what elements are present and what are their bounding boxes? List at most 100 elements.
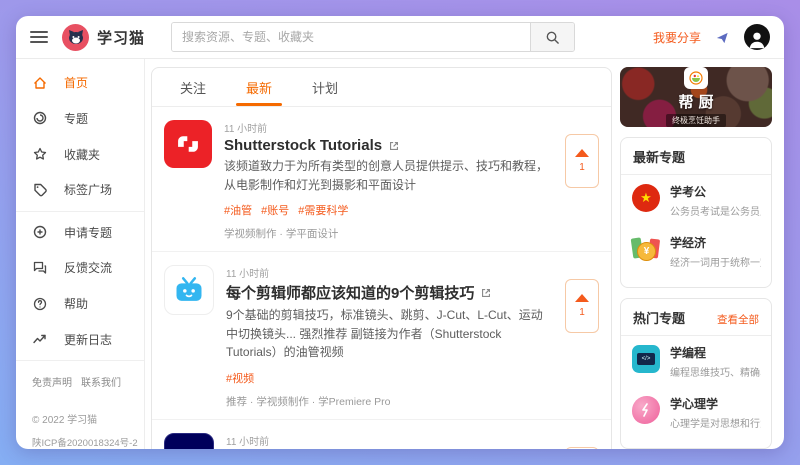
shutterstock-logo-glyph	[178, 136, 198, 152]
feed-tabs: 关注 最新 计划	[152, 68, 611, 107]
view-all-link[interactable]: 查看全部	[717, 312, 759, 327]
banner-logo	[684, 67, 708, 89]
flag-star-glyph: ★	[640, 189, 652, 205]
tag[interactable]: #账号	[261, 202, 289, 218]
sidebar-item-label: 更新日志	[64, 332, 113, 347]
topic-item-kaogong[interactable]: ★ 学考公 公务员考试是公务员主...	[621, 175, 771, 226]
item-title[interactable]: Shutterstock Tutorials	[224, 137, 382, 154]
banner-subtitle: 终极烹饪助手	[666, 113, 726, 127]
hamburger-menu-icon[interactable]	[30, 31, 48, 43]
topic-item-risk[interactable]: 学风险管理 风险管理（risk manage...	[621, 277, 771, 288]
search-input[interactable]	[172, 23, 531, 51]
left-sidebar: 首页 专题 收藏夹 标签广场 申请专题 反馈交流 帮助 更新日志 免责声明 联系…	[16, 59, 145, 449]
sidebar-item-apply-topic[interactable]: 申请专题	[16, 215, 144, 251]
topic-item-psychology[interactable]: 学心理学 心理学是对思想和行为...	[621, 387, 771, 438]
item-tags: #视频	[226, 370, 553, 386]
external-link-icon[interactable]	[480, 287, 492, 299]
item-description: 9个基础的剪辑技巧，标准镜头、跳剪、J-Cut、L-Cut、运动中切换镜头...…	[226, 308, 543, 360]
sidebar-item-topics[interactable]: 专题	[16, 101, 144, 137]
paper-plane-icon[interactable]	[715, 30, 730, 45]
share-link[interactable]: 我要分享	[653, 29, 701, 46]
sidebar-item-label: 标签广场	[64, 183, 113, 198]
site-logo[interactable]	[62, 23, 89, 51]
topic-title: 学考公	[670, 184, 707, 199]
sidebar-item-feedback[interactable]: 反馈交流	[16, 250, 144, 286]
chat-icon	[33, 261, 47, 274]
upvote-arrow-icon	[575, 149, 589, 157]
header: 学习猫 我要分享	[16, 16, 784, 59]
topic-title: 学风险管理	[670, 285, 761, 288]
banner-title: 帮厨	[678, 93, 719, 111]
upvote-arrow-icon	[575, 294, 589, 303]
topic-title: 学经济	[670, 235, 707, 250]
disclaimer-link[interactable]: 免责声明	[32, 374, 72, 389]
search-icon	[546, 31, 559, 44]
sidebar-item-tag-square[interactable]: 标签广场	[16, 172, 144, 208]
person-icon	[749, 32, 765, 49]
tag[interactable]: #需要科学	[298, 202, 348, 218]
shutterstock-icon[interactable]	[164, 120, 212, 168]
cat-icon	[68, 30, 83, 44]
hot-topics-heading: 热门专题	[633, 310, 686, 326]
sidebar-divider	[16, 210, 144, 212]
sidebar-item-label: 专题	[64, 111, 89, 126]
feed-item: 11 小时前 Shutterstock Tutorials 该频道致力于为所有类…	[152, 107, 611, 253]
topic-desc: 编程思维技巧、精确、...	[670, 367, 761, 379]
upvote-button[interactable]: 1	[565, 446, 599, 449]
tag-icon	[34, 183, 47, 197]
upvote-button[interactable]: 1	[565, 134, 599, 188]
sidebar-item-help[interactable]: 帮助	[16, 286, 144, 322]
item-categories[interactable]: 推荐 · 学视频制作 · 学Premiere Pro	[226, 394, 553, 409]
main-content: 关注 最新 计划 11 小时前 Shutterstock Tutorials 该…	[145, 59, 620, 449]
bilibili-tv-glyph	[176, 277, 202, 302]
search-button[interactable]	[530, 23, 575, 51]
header-actions: 我要分享	[653, 24, 770, 50]
user-avatar[interactable]	[744, 24, 770, 50]
tag[interactable]: #油管	[224, 202, 252, 218]
latest-topics-card: 最新专题 ★ 学考公 公务员考试是公务员主... ¥	[620, 136, 772, 288]
premiere-icon[interactable]: Pr	[164, 432, 214, 449]
bilibili-icon[interactable]	[164, 265, 214, 316]
item-time: 11 小时前	[226, 436, 270, 448]
item-title[interactable]: 每个剪辑师都应该知道的9个剪辑技巧	[226, 282, 474, 303]
external-link-icon[interactable]	[388, 140, 400, 152]
sidebar-item-label: 帮助	[64, 297, 89, 312]
risk-gauge-icon	[631, 285, 661, 287]
topic-desc: 心理学是对思想和行为...	[670, 418, 761, 430]
vote-count: 1	[579, 162, 585, 173]
premiere-glyph: Pr	[178, 446, 199, 449]
home-icon	[34, 77, 46, 89]
upvote-button[interactable]: 1	[565, 279, 599, 334]
tab-latest[interactable]: 最新	[232, 68, 286, 106]
copyright: © 2022 学习猫	[32, 415, 98, 426]
sidebar-item-home[interactable]: 首页	[16, 65, 144, 101]
item-time: 11 小时前	[226, 269, 270, 281]
right-sidebar: 帮厨 终极烹饪助手 最新专题 ★ 学考公 公务员考试是公务员主...	[620, 59, 784, 449]
contact-link[interactable]: 联系我们	[81, 374, 121, 389]
topic-item-video-making[interactable]: 学视频制作 学习视频制作	[621, 438, 771, 449]
icp-number[interactable]: 陕ICP备2020018324号-2	[16, 435, 144, 449]
promo-banner[interactable]: 帮厨 终极烹饪助手	[620, 67, 772, 127]
code-glyph: </>	[637, 352, 655, 365]
vote-count: 1	[579, 307, 585, 319]
changelog-icon	[33, 334, 46, 344]
topic-item-economy[interactable]: ¥ 学经济 经济一词用于统称一定...	[621, 226, 771, 277]
search-bar	[171, 22, 576, 52]
feed-card: 关注 最新 计划 11 小时前 Shutterstock Tutorials 该…	[151, 67, 612, 449]
sidebar-item-favorites[interactable]: 收藏夹	[16, 136, 144, 172]
topic-title: 学心理学	[670, 396, 719, 411]
tab-plan[interactable]: 计划	[298, 68, 352, 106]
item-categories[interactable]: 学视频制作 · 学平面设计	[224, 226, 553, 241]
zigzag-glyph	[642, 403, 648, 417]
sidebar-item-changelog[interactable]: 更新日志	[16, 321, 144, 357]
topic-desc: 公务员考试是公务员主...	[670, 206, 761, 218]
topic-title: 学视频制作	[670, 446, 761, 449]
topic-item-coding[interactable]: </> 学编程 编程思维技巧、精确、...	[621, 336, 771, 387]
feed-item: Pr 11 小时前 Premiere Pro - 12分钟入门教程 12分钟的p…	[152, 420, 611, 449]
food-bowl-icon	[689, 71, 703, 85]
tag[interactable]: #视频	[226, 370, 254, 386]
psychology-icon	[631, 395, 661, 425]
tab-follow[interactable]: 关注	[166, 68, 220, 106]
economy-icon: ¥	[630, 234, 661, 264]
help-icon	[33, 297, 47, 310]
